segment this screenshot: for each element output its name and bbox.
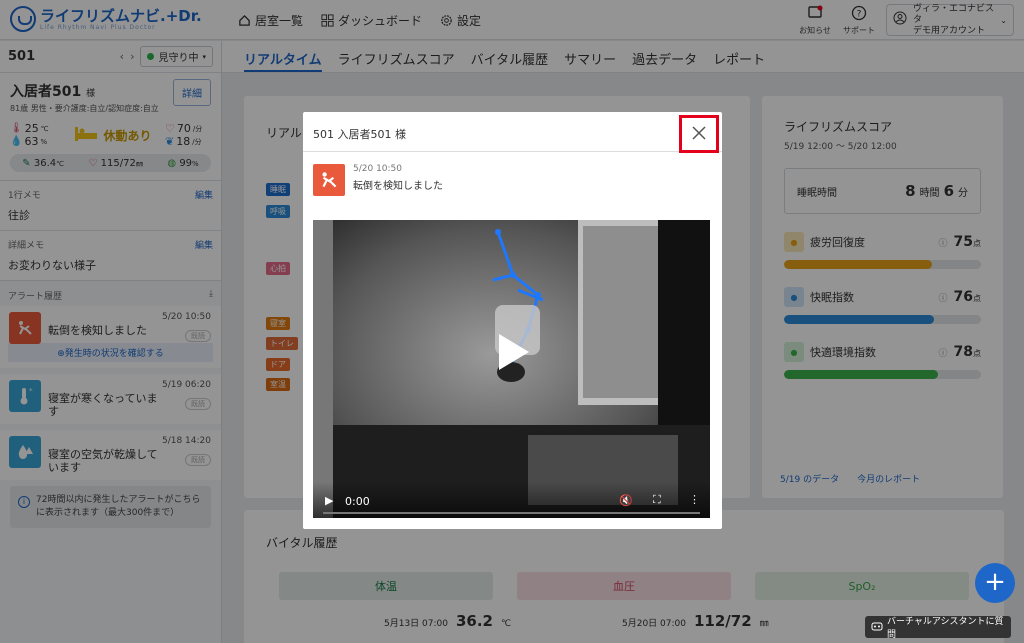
modal-alert-time: 5/20 10:50 [353,164,403,174]
play-control-icon[interactable]: ▶ [325,494,333,507]
modal-alert-summary: 5/20 10:50 転倒を検知しました [313,164,443,196]
modal-alert-text: 転倒を検知しました [353,181,443,192]
alert-video-modal: 501 入居者501 様 5/20 10:50 転倒を検知しました ▶ 0:00… [303,112,722,529]
add-button[interactable]: + [975,563,1015,603]
virtual-assistant-button[interactable]: バーチャルアシスタントに質問 [865,616,1011,640]
robot-icon [871,620,883,635]
video-time: 0:00 [345,495,370,508]
more-options-icon[interactable]: ⋮ [689,493,700,506]
assistant-label: バーチャルアシスタントに質問 [887,617,1004,640]
fullscreen-icon[interactable]: ⛶ [653,493,661,507]
modal-title: 501 入居者501 様 [303,112,722,152]
play-icon[interactable] [497,332,531,375]
video-player[interactable]: ▶ 0:00 🔇 ⛶ ⋮ [313,220,710,518]
video-controls: ▶ 0:00 🔇 ⛶ ⋮ [313,482,710,518]
close-button[interactable] [679,115,719,153]
fall-icon [313,164,345,196]
close-icon [692,125,706,143]
mute-icon[interactable]: 🔇 [619,494,633,507]
video-progress-bar[interactable] [323,512,700,514]
